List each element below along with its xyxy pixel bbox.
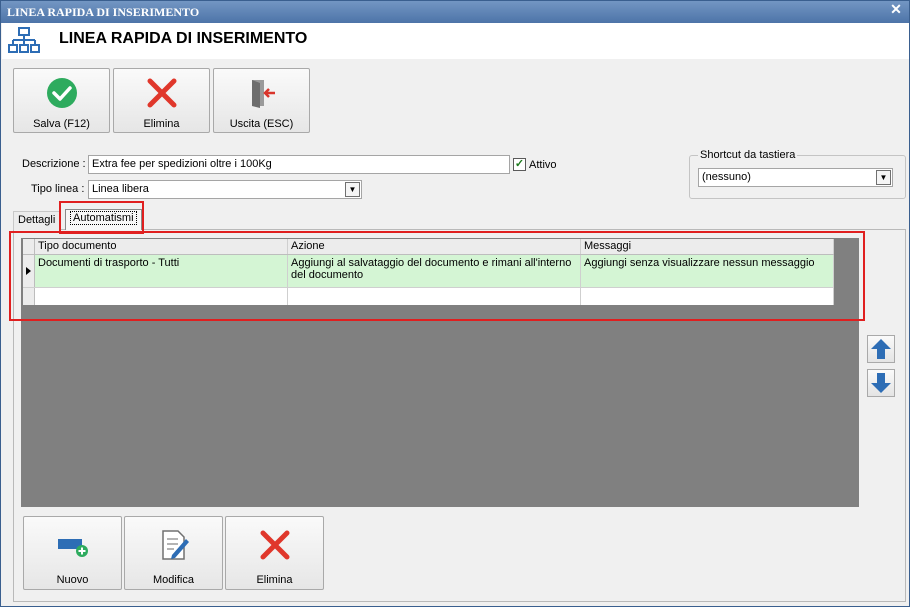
edit-button-label: Modifica [153, 574, 194, 586]
header-bar: LINEA RAPIDA DI INSERIMENTO [2, 23, 909, 59]
add-row-icon [58, 539, 88, 557]
shortcut-group: Shortcut da tastiera (nessuno) ▼ [689, 149, 906, 199]
move-down-button[interactable] [867, 369, 895, 397]
edit-document-icon [162, 530, 189, 560]
current-row-icon [26, 267, 31, 275]
title-bar: LINEA RAPIDA DI INSERIMENTO ✕ [1, 1, 909, 23]
column-header-tipo-documento[interactable]: Tipo documento [35, 239, 288, 254]
close-icon[interactable]: ✕ [889, 3, 903, 19]
delete-button[interactable]: Elimina [113, 68, 210, 133]
arrow-up-icon [871, 339, 891, 359]
window-title: LINEA RAPIDA DI INSERIMENTO [7, 5, 200, 19]
automations-grid[interactable]: Tipo documento Azione Messaggi Documenti… [23, 239, 834, 305]
delete-row-button[interactable]: Elimina [225, 516, 324, 590]
move-up-button[interactable] [867, 335, 895, 363]
tab-dettagli[interactable]: Dettagli [13, 211, 61, 230]
save-button-label: Salva (F12) [33, 118, 90, 130]
new-button[interactable]: Nuovo [23, 516, 122, 590]
arrow-down-icon [871, 373, 891, 393]
cell-azione[interactable]: Aggiungi al salvataggio del documento e … [288, 255, 581, 287]
check-circle-icon [47, 78, 77, 108]
hierarchy-icon [8, 27, 40, 53]
shortcut-group-label: Shortcut da tastiera [698, 149, 798, 161]
grid-header-row: Tipo documento Azione Messaggi [23, 239, 834, 255]
chevron-down-icon[interactable]: ▼ [876, 170, 891, 185]
line-type-value: Linea libera [92, 183, 149, 195]
cell-empty[interactable] [581, 288, 834, 305]
column-header-azione[interactable]: Azione [288, 239, 581, 254]
active-checkbox[interactable]: ✓ [513, 158, 526, 171]
line-type-label: Tipo linea : [31, 183, 85, 195]
save-button[interactable]: Salva (F12) [13, 68, 110, 133]
tab-automatismi-label: Automatismi [70, 211, 137, 225]
x-icon [260, 530, 290, 560]
dialog-window: LINEA RAPIDA DI INSERIMENTO ✕ LINEA RAPI… [0, 0, 910, 607]
table-row[interactable]: Documenti di trasporto - Tutti Aggiungi … [23, 255, 834, 288]
shortcut-select[interactable]: (nessuno) ▼ [698, 168, 893, 187]
row-selector[interactable] [23, 288, 35, 305]
chevron-down-icon[interactable]: ▼ [345, 182, 360, 197]
cell-tipo-documento[interactable]: Documenti di trasporto - Tutti [35, 255, 288, 287]
row-header-corner [23, 239, 35, 254]
tab-automatismi[interactable]: Automatismi [65, 209, 142, 230]
row-selector[interactable] [23, 255, 35, 287]
exit-button[interactable]: Uscita (ESC) [213, 68, 310, 133]
exit-door-icon [252, 80, 275, 108]
active-label: Attivo [529, 159, 557, 171]
edit-button[interactable]: Modifica [124, 516, 223, 590]
x-icon [147, 78, 177, 108]
exit-button-label: Uscita (ESC) [229, 118, 294, 130]
delete-row-button-label: Elimina [256, 574, 293, 586]
delete-button-label: Elimina [143, 118, 180, 130]
description-field[interactable]: Extra fee per spedizioni oltre i 100Kg [88, 155, 510, 174]
new-button-label: Nuovo [56, 574, 89, 586]
line-type-select[interactable]: Linea libera ▼ [88, 180, 362, 199]
shortcut-value: (nessuno) [702, 171, 751, 183]
cell-messaggi[interactable]: Aggiungi senza visualizzare nessun messa… [581, 255, 834, 287]
description-label: Descrizione : [22, 158, 86, 170]
cell-empty[interactable] [35, 288, 288, 305]
column-header-messaggi[interactable]: Messaggi [581, 239, 834, 254]
table-row-new[interactable] [23, 288, 834, 305]
cell-empty[interactable] [288, 288, 581, 305]
page-title: LINEA RAPIDA DI INSERIMENTO [59, 30, 308, 47]
